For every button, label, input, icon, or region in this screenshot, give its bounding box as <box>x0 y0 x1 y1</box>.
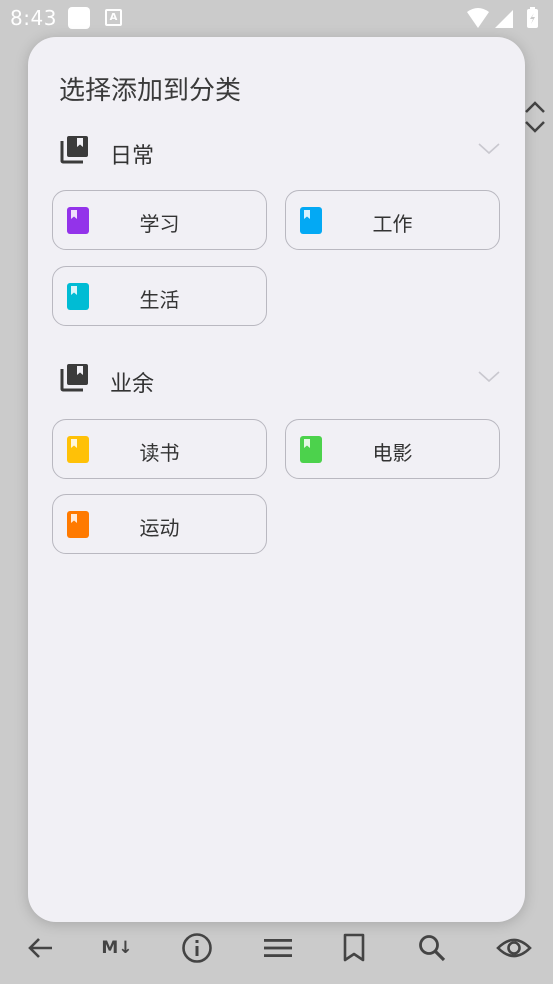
bookmark-icon <box>343 933 365 962</box>
collections-bookmark-icon <box>60 364 88 392</box>
bookmark-button[interactable] <box>336 930 372 966</box>
screen: 8:43 A 选择添加到分类 日常 学习 工作 生活 业余 读书 电影 运动 M… <box>0 0 553 984</box>
menu-icon <box>264 939 292 957</box>
group-header-leisure[interactable]: 业余 <box>60 362 500 398</box>
category-dialog: 选择添加到分类 日常 学习 工作 生活 业余 读书 电影 运动 <box>28 37 525 922</box>
group-name: 日常 <box>110 144 155 169</box>
chevron-down-icon[interactable] <box>478 370 500 384</box>
notification-square-icon <box>68 7 90 29</box>
category-chip-reading[interactable]: 读书 <box>52 419 267 479</box>
chevron-down-icon[interactable] <box>478 142 500 156</box>
eye-icon <box>496 938 532 958</box>
status-bar: 8:43 A <box>0 0 553 36</box>
status-time: 8:43 <box>10 6 57 30</box>
dialog-title: 选择添加到分类 <box>59 76 242 106</box>
chip-label: 生活 <box>139 288 180 312</box>
info-button[interactable] <box>179 930 215 966</box>
group-header-daily[interactable]: 日常 <box>60 134 500 170</box>
category-chip-life[interactable]: 生活 <box>52 266 267 326</box>
bottom-toolbar: M↓ <box>0 922 553 974</box>
search-icon <box>419 935 446 962</box>
scroll-chevrons-icon <box>525 101 545 133</box>
category-chip-work[interactable]: 工作 <box>285 190 500 250</box>
collections-bookmark-icon <box>60 136 88 164</box>
search-button[interactable] <box>414 930 450 966</box>
chip-label: 学习 <box>139 212 180 236</box>
back-button[interactable] <box>22 930 58 966</box>
notification-a-icon: A <box>105 9 122 26</box>
category-chip-movies[interactable]: 电影 <box>285 419 500 479</box>
info-icon <box>182 933 212 963</box>
back-arrow-icon <box>28 938 52 958</box>
category-chip-sports[interactable]: 运动 <box>52 494 267 554</box>
markdown-button[interactable]: M↓ <box>99 930 135 966</box>
status-icons <box>465 6 543 34</box>
preview-button[interactable] <box>494 930 534 966</box>
chip-label: 读书 <box>139 441 180 465</box>
markdown-icon: M↓ <box>101 938 133 958</box>
chip-label: 电影 <box>372 441 413 465</box>
chip-label: 工作 <box>372 212 413 236</box>
chip-label: 运动 <box>139 516 180 540</box>
status-indicators-icon <box>467 7 538 28</box>
menu-button[interactable] <box>260 930 296 966</box>
group-name: 业余 <box>110 372 155 397</box>
category-chip-study[interactable]: 学习 <box>52 190 267 250</box>
